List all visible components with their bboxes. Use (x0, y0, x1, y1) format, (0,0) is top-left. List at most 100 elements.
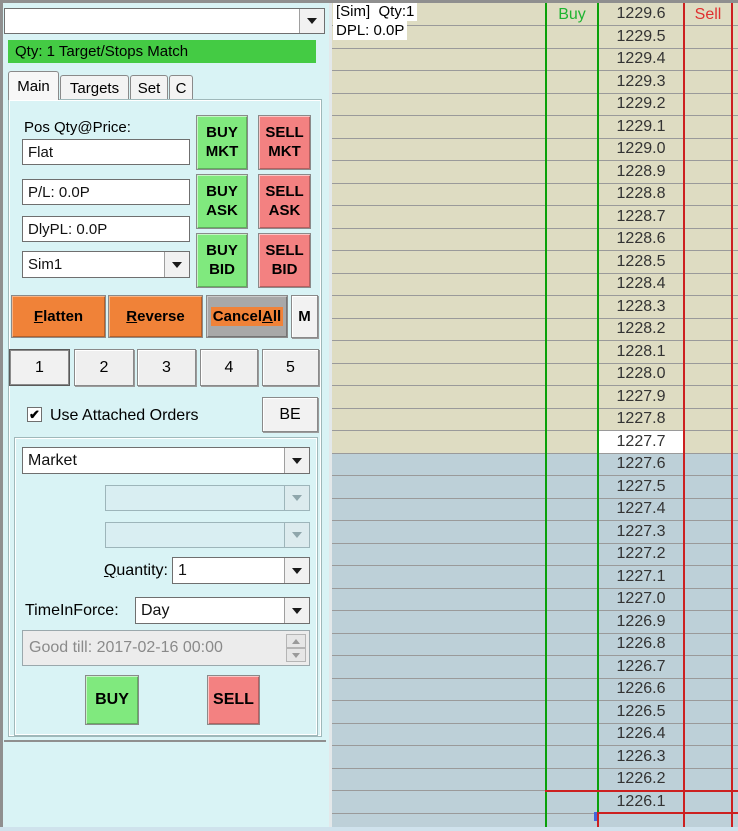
buy-cell[interactable] (546, 724, 598, 746)
buy-cell[interactable] (546, 26, 598, 48)
sell-cell[interactable] (684, 769, 732, 791)
price-cell[interactable]: 1226.1 (598, 791, 684, 813)
price-cell[interactable]: 1226.3 (598, 746, 684, 768)
buy-cell[interactable] (546, 116, 598, 138)
sell-cell[interactable] (684, 26, 732, 48)
price-cell[interactable]: 1228.1 (598, 341, 684, 363)
buy-cell[interactable] (546, 319, 598, 341)
buy-cell[interactable] (546, 161, 598, 183)
buy-cell[interactable] (546, 94, 598, 116)
sell-cell[interactable] (684, 791, 732, 813)
price-cell[interactable]: 1226.7 (598, 656, 684, 678)
sell-cell[interactable] (684, 634, 732, 656)
price-cell[interactable]: 1229.5 (598, 26, 684, 48)
price-cell[interactable]: 1226.4 (598, 724, 684, 746)
price-cell[interactable]: 1227.1 (598, 566, 684, 588)
sell-cell[interactable] (684, 409, 732, 431)
buy-mkt-button[interactable]: BUY MKT (196, 115, 248, 170)
buy-cell[interactable] (546, 431, 598, 453)
tab-c[interactable]: C (169, 75, 193, 100)
sell-cell[interactable] (684, 454, 732, 476)
quantity-combo-arrow[interactable] (284, 558, 309, 583)
buy-ask-button[interactable]: BUY ASK (196, 174, 248, 229)
sell-cell[interactable] (684, 184, 732, 206)
sell-cell[interactable] (684, 71, 732, 93)
sell-cell[interactable] (684, 139, 732, 161)
buy-cell[interactable] (546, 499, 598, 521)
sell-cell[interactable] (684, 544, 732, 566)
price-cell[interactable]: 1229.1 (598, 116, 684, 138)
sell-cell[interactable] (684, 589, 732, 611)
price-cell[interactable]: 1228.0 (598, 364, 684, 386)
sell-cell[interactable] (684, 386, 732, 408)
qty-preset-3-button[interactable]: 3 (137, 349, 196, 386)
buy-cell[interactable] (546, 409, 598, 431)
buy-cell[interactable] (546, 341, 598, 363)
price-cell[interactable]: 1226.9 (598, 611, 684, 633)
price-cell[interactable]: 1226.8 (598, 634, 684, 656)
sell-mkt-button[interactable]: SELL MKT (258, 115, 311, 170)
buy-cell[interactable] (546, 634, 598, 656)
sell-cell[interactable] (684, 274, 732, 296)
sell-cell[interactable] (684, 724, 732, 746)
buy-cell[interactable] (546, 544, 598, 566)
price-cell[interactable]: 1228.5 (598, 251, 684, 273)
sell-cell[interactable] (684, 161, 732, 183)
price-cell[interactable]: 1227.6 (598, 454, 684, 476)
tab-targets[interactable]: Targets (60, 75, 129, 100)
submit-sell-button[interactable]: SELL (207, 675, 260, 725)
be-button[interactable]: BE (262, 397, 318, 432)
sell-cell[interactable] (684, 701, 732, 723)
account-combo-arrow[interactable] (164, 252, 189, 277)
buy-cell[interactable] (546, 229, 598, 251)
price-cell[interactable]: 1226.2 (598, 769, 684, 791)
buy-cell[interactable] (546, 49, 598, 71)
buy-cell[interactable] (546, 769, 598, 791)
buy-cell[interactable] (546, 251, 598, 273)
sell-cell[interactable] (684, 251, 732, 273)
sell-cell[interactable] (684, 364, 732, 386)
submit-buy-button[interactable]: BUY (85, 675, 139, 725)
sell-cell[interactable] (684, 206, 732, 228)
sell-cell[interactable] (684, 746, 732, 768)
buy-cell[interactable] (546, 791, 598, 813)
sell-cell[interactable] (684, 296, 732, 318)
sell-cell[interactable] (684, 229, 732, 251)
price-cell[interactable]: 1226.6 (598, 679, 684, 701)
reverse-button[interactable]: Reverse (108, 295, 203, 338)
price-cell[interactable]: 1229.4 (598, 49, 684, 71)
flatten-button[interactable]: Flatten (11, 295, 106, 338)
sell-cell[interactable] (684, 49, 732, 71)
position-field[interactable] (22, 139, 190, 165)
sell-cell[interactable] (684, 116, 732, 138)
order-type-combo-arrow[interactable] (284, 448, 309, 473)
buy-cell[interactable] (546, 386, 598, 408)
price-cell[interactable]: 1227.9 (598, 386, 684, 408)
account-combo[interactable]: Sim1 (22, 251, 190, 278)
buy-cell[interactable] (546, 71, 598, 93)
order-type-combo[interactable]: Market (22, 447, 310, 474)
tab-set[interactable]: Set (130, 75, 168, 100)
buy-cell[interactable] (546, 139, 598, 161)
sell-cell[interactable] (684, 431, 732, 453)
sell-cell[interactable] (684, 499, 732, 521)
price-cell[interactable]: 1227.2 (598, 544, 684, 566)
price-cell[interactable]: 1227.8 (598, 409, 684, 431)
price-cell[interactable]: 1227.5 (598, 476, 684, 498)
price-cell[interactable]: 1228.2 (598, 319, 684, 341)
sell-bid-button[interactable]: SELL BID (258, 233, 311, 288)
qty-preset-5-button[interactable]: 5 (262, 349, 319, 386)
sell-cell[interactable] (684, 94, 732, 116)
qty-preset-4-button[interactable]: 4 (200, 349, 258, 386)
sell-cell[interactable] (684, 656, 732, 678)
symbol-combo-arrow[interactable] (299, 9, 324, 33)
pl-field[interactable] (22, 179, 190, 205)
buy-cell[interactable] (546, 364, 598, 386)
price-cell[interactable]: 1227.7 (598, 431, 684, 453)
price-cell[interactable]: 1227.0 (598, 589, 684, 611)
m-button[interactable]: M (291, 295, 318, 338)
price-cell[interactable]: 1228.9 (598, 161, 684, 183)
buy-cell[interactable] (546, 566, 598, 588)
sell-cell[interactable] (684, 476, 732, 498)
sell-cell[interactable] (684, 521, 732, 543)
